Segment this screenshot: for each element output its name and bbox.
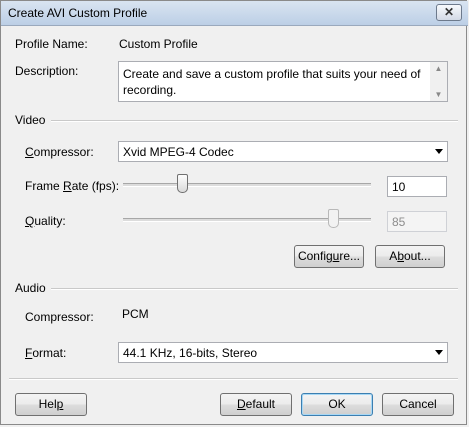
- frame-rate-label: Frame Rate (fps):: [25, 179, 120, 193]
- scroll-down-icon[interactable]: ▼: [430, 88, 447, 101]
- audio-compressor-label: Compressor:: [25, 310, 94, 324]
- chevron-down-icon: [435, 149, 443, 154]
- frame-rate-slider-track[interactable]: [123, 183, 371, 187]
- quality-slider-thumb[interactable]: [328, 209, 340, 228]
- video-group-label: Video: [15, 113, 46, 127]
- profile-name-label: Profile Name:: [15, 37, 88, 51]
- video-compressor-label: Compressor:: [25, 145, 94, 159]
- video-compressor-value: Xvid MPEG-4 Codec: [123, 145, 234, 159]
- description-text: Create and save a custom profile that su…: [123, 67, 421, 97]
- description-label: Description:: [15, 64, 79, 78]
- help-button[interactable]: Help: [15, 393, 87, 416]
- title-bar[interactable]: Create AVI Custom Profile ✕: [1, 1, 468, 26]
- close-button[interactable]: ✕: [436, 4, 462, 21]
- ok-button[interactable]: OK: [301, 393, 373, 416]
- cancel-button[interactable]: Cancel: [382, 393, 454, 416]
- profile-name-value: Custom Profile: [119, 37, 198, 51]
- footer-divider: [9, 378, 458, 380]
- default-button[interactable]: Default: [220, 393, 292, 416]
- window-title: Create AVI Custom Profile: [8, 6, 148, 20]
- close-icon: ✕: [443, 5, 455, 19]
- configure-button[interactable]: Configure...: [294, 245, 364, 268]
- audio-format-label: Format:: [25, 346, 67, 360]
- audio-group-label: Audio: [15, 281, 46, 295]
- quality-label: Quality:: [25, 214, 66, 228]
- frame-rate-slider-thumb[interactable]: [177, 174, 189, 193]
- video-group-divider: [51, 120, 458, 122]
- scroll-up-icon[interactable]: ▲: [430, 62, 447, 75]
- audio-group-divider: [51, 288, 458, 290]
- about-button[interactable]: About...: [375, 245, 445, 268]
- audio-format-select[interactable]: 44.1 KHz, 16-bits, Stereo: [118, 342, 448, 363]
- audio-compressor-value: PCM: [122, 307, 149, 321]
- quality-input[interactable]: 85: [387, 211, 447, 232]
- video-compressor-select[interactable]: Xvid MPEG-4 Codec: [118, 141, 448, 162]
- audio-format-value: 44.1 KHz, 16-bits, Stereo: [123, 346, 258, 360]
- dialog-window: Create AVI Custom Profile ✕ Profile Name…: [0, 0, 468, 425]
- video-compressor-label-rest: ompressor:: [33, 145, 94, 159]
- chevron-down-icon: [435, 350, 443, 355]
- frame-rate-input[interactable]: 10: [387, 176, 447, 197]
- description-textarea[interactable]: Create and save a custom profile that su…: [118, 61, 448, 102]
- description-scrollbar[interactable]: ▲ ▼: [430, 62, 447, 101]
